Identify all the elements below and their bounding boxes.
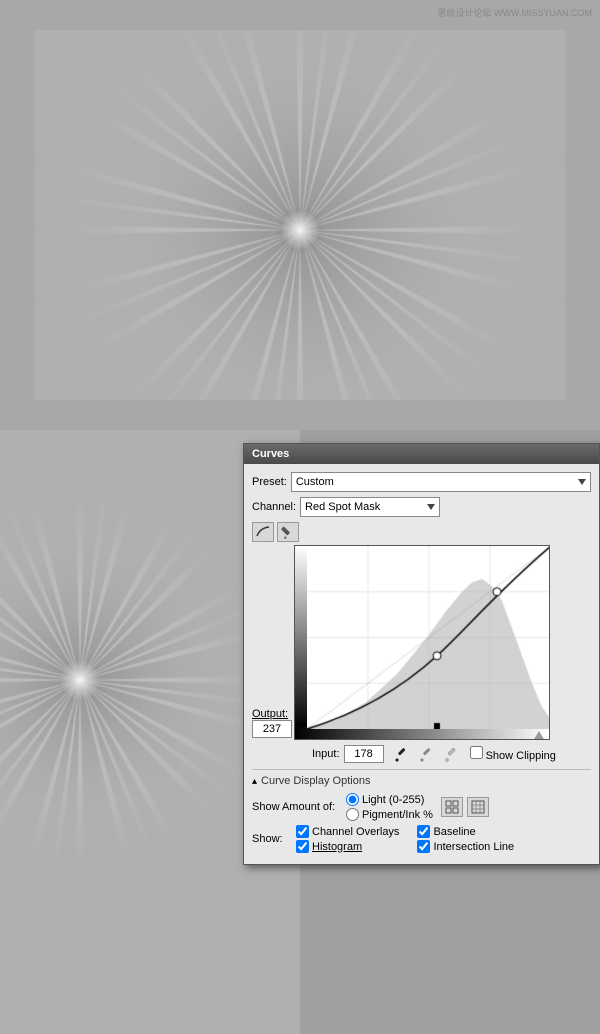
tool-icons-row	[252, 522, 591, 542]
top-canvas-area	[0, 0, 600, 430]
curve-icon	[256, 526, 270, 538]
show-amount-row: Show Amount of: Light (0-255) Pigment/In…	[252, 793, 591, 821]
channel-select[interactable]: Red Spot Mask	[300, 497, 440, 517]
input-label: Input:	[312, 748, 340, 760]
curves-dialog: Curves Preset: Custom Channel: Red Spot …	[243, 443, 600, 865]
gray-eyedropper-button[interactable]	[415, 744, 437, 764]
pencil-icon	[281, 525, 295, 539]
burst-image-top	[35, 30, 565, 400]
curves-graph[interactable]	[294, 545, 550, 740]
output-area: Output:	[252, 545, 292, 740]
show-amount-label: Show Amount of:	[252, 801, 342, 813]
curves-titlebar: Curves	[244, 444, 599, 464]
black-eyedropper-button[interactable]	[390, 744, 412, 764]
preset-select[interactable]: Custom	[291, 472, 591, 492]
black-eyedropper-icon	[393, 746, 409, 762]
channel-row: Channel: Red Spot Mask	[252, 497, 591, 517]
channel-overlays-checkbox[interactable]	[296, 825, 309, 838]
output-label: Output:	[252, 708, 292, 720]
curves-title: Curves	[252, 448, 289, 460]
pencil-tool-button[interactable]	[277, 522, 299, 542]
radio-group: Light (0-255) Pigment/Ink %	[346, 793, 433, 821]
pigment-radio-label[interactable]: Pigment/Ink %	[346, 808, 433, 821]
pigment-radio[interactable]	[346, 808, 359, 821]
show-checkboxes-grid: Channel Overlays Baseline Histogram Inte…	[296, 825, 531, 853]
white-eyedropper-button[interactable]	[440, 744, 462, 764]
input-value-input[interactable]	[344, 745, 384, 763]
baseline-label[interactable]: Baseline	[417, 825, 520, 838]
top-image	[35, 30, 565, 400]
curve-tool-button[interactable]	[252, 522, 274, 542]
graph-gradient-side	[295, 546, 307, 727]
curves-body: Preset: Custom Channel: Red Spot Mask	[244, 464, 599, 864]
curves-graph-container: Output:	[252, 545, 591, 740]
show-clipping-label: Show Clipping	[470, 746, 556, 762]
grid-icons	[441, 797, 489, 817]
large-grid-icon	[471, 800, 485, 814]
display-options-header: ▴ Curve Display Options	[252, 769, 591, 787]
channel-label: Channel:	[252, 501, 296, 513]
input-row: Input:	[252, 744, 591, 764]
eyedropper-icons	[390, 744, 462, 764]
histogram-checkbox[interactable]	[296, 840, 309, 853]
baseline-checkbox[interactable]	[417, 825, 430, 838]
show-clipping-checkbox[interactable]	[470, 746, 483, 759]
light-radio[interactable]	[346, 793, 359, 806]
small-grid-button[interactable]	[441, 797, 463, 817]
intersection-line-label[interactable]: Intersection Line	[417, 840, 520, 853]
light-radio-label[interactable]: Light (0-255)	[346, 793, 433, 806]
triangle-indicator	[533, 731, 545, 740]
channel-overlays-label[interactable]: Channel Overlays	[296, 825, 399, 838]
small-grid-icon	[445, 800, 459, 814]
white-eyedropper-icon	[443, 746, 459, 762]
intersection-line-checkbox[interactable]	[417, 840, 430, 853]
display-options-title: Curve Display Options	[261, 775, 370, 787]
output-value-input[interactable]	[252, 720, 292, 738]
graph-plot-area[interactable]	[307, 546, 549, 727]
show-label: Show:	[252, 833, 292, 845]
curves-canvas[interactable]	[307, 546, 550, 729]
histogram-label[interactable]: Histogram	[296, 840, 399, 853]
large-grid-button[interactable]	[467, 797, 489, 817]
gray-eyedropper-icon	[418, 746, 434, 762]
preset-row: Preset: Custom	[252, 472, 591, 492]
show-checkboxes-row: Show: Channel Overlays Baseline Histogra…	[252, 825, 591, 853]
preset-label: Preset:	[252, 476, 287, 488]
chevron-icon: ▴	[252, 776, 257, 787]
watermark: 思绘设计论坛 WWW.MISSYUAN.COM	[438, 6, 593, 19]
